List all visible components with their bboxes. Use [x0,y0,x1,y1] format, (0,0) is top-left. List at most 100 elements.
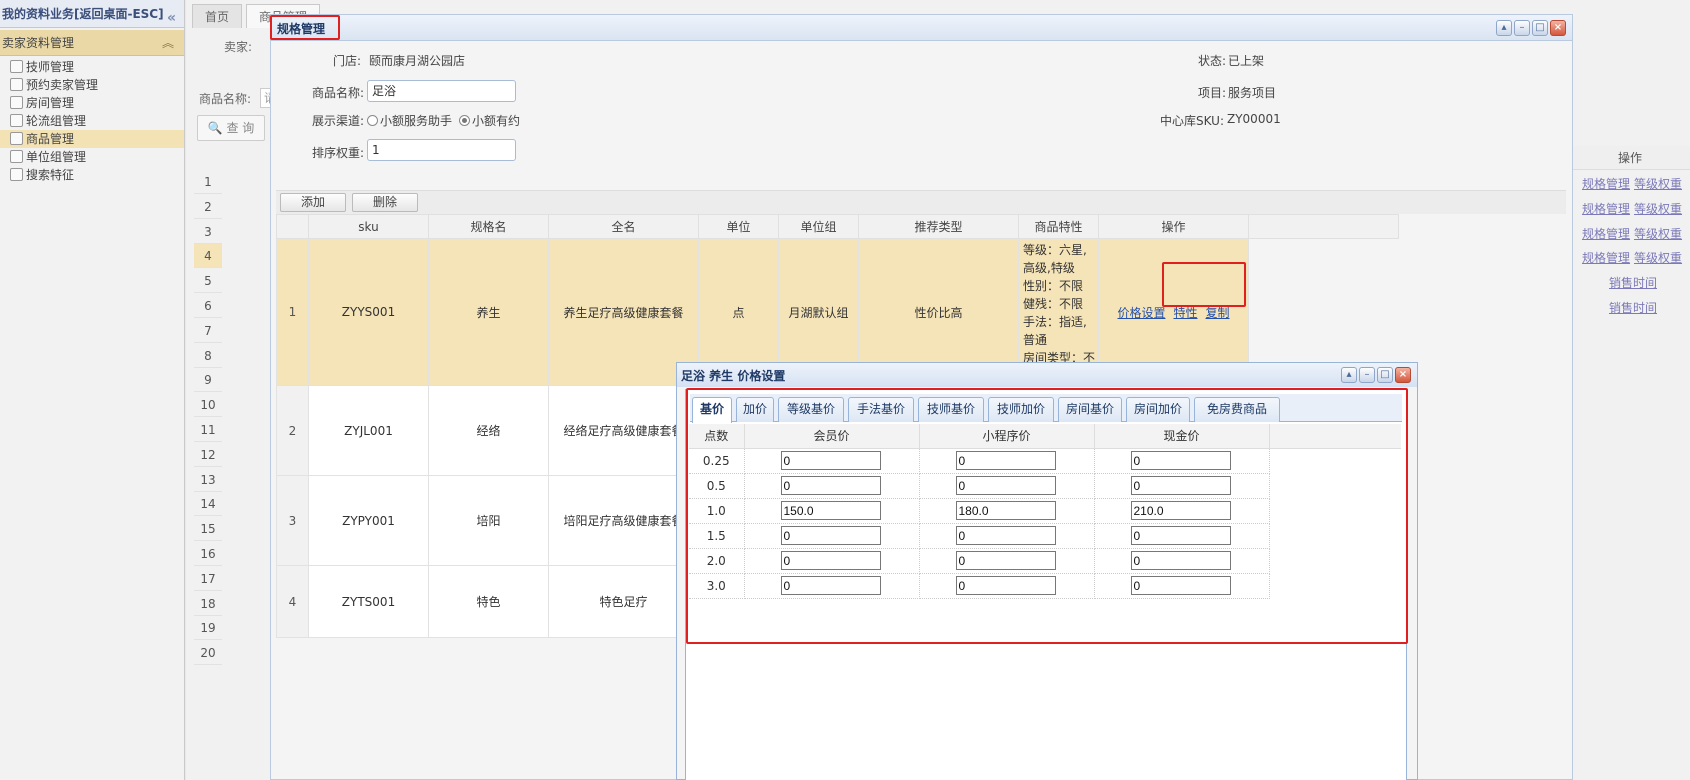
close-icon[interactable]: × [1395,367,1411,383]
sales-time-link[interactable]: 销售时间 [1609,274,1657,291]
sort-weight-field[interactable]: 1 [367,139,516,161]
price-cell [1094,573,1270,599]
minimize-icon[interactable]: – [1514,20,1530,36]
collapse-left-icon[interactable]: « [167,4,176,32]
sidebar-item-rotation-group[interactable]: 轮流组管理 [0,112,184,130]
price-settings-link[interactable]: 价格设置 [1117,306,1165,320]
column-header[interactable]: 现金价 [1094,424,1270,449]
sidebar-item-room[interactable]: 房间管理 [0,94,184,112]
collapse-icon[interactable]: ▴ [1496,20,1512,36]
add-button[interactable]: 添加 [280,193,346,212]
tab-home[interactable]: 首页 [192,4,243,28]
level-weight-link[interactable]: 等级权重 [1634,175,1682,192]
copy-link[interactable]: 复制 [1206,306,1230,320]
background-row-number: 7 [194,319,222,343]
column-header[interactable]: 商品特性 [1018,214,1099,239]
sidebar-group-header[interactable]: 卖家资料管理 ︽ [0,30,184,56]
column-header[interactable]: 点数 [689,424,745,449]
row-number-header [276,214,309,239]
sidebar-title[interactable]: 我的资料业务[返回桌面-ESC] « [0,0,184,28]
sidebar-item-label: 技师管理 [26,60,75,74]
close-icon[interactable]: × [1550,20,1566,36]
level-weight-link[interactable]: 等级权重 [1634,200,1682,217]
column-header[interactable]: 全名 [548,214,699,239]
price-window-titlebar[interactable]: 足浴 养生 价格设置 ▴ – □ × [677,363,1417,387]
price-cell [1094,473,1270,499]
sidebar-item-product[interactable]: 商品管理 [0,130,184,148]
mini-program-price-input[interactable] [955,576,1056,595]
member-price-input[interactable] [780,451,881,470]
column-header[interactable]: 规格名 [428,214,549,239]
radio-icon[interactable] [367,115,378,126]
spec-management-link[interactable]: 规格管理 [1582,200,1630,217]
price-tab[interactable]: 房间基价 [1058,397,1122,422]
spec-management-link[interactable]: 规格管理 [1582,175,1630,192]
collapse-icon[interactable]: ▴ [1341,367,1357,383]
background-row-number: 9 [194,368,222,393]
spec-management-link[interactable]: 规格管理 [1582,225,1630,242]
mini-program-price-input[interactable] [955,476,1056,495]
cash-price-input[interactable] [1130,501,1231,520]
member-price-input[interactable] [780,501,881,520]
spec-management-link[interactable]: 规格管理 [1582,249,1630,266]
background-row-number: 17 [194,567,222,591]
maximize-icon[interactable]: □ [1377,367,1393,383]
channel-option-appointment[interactable]: 小额有约 [459,112,520,129]
cash-price-input[interactable] [1130,576,1231,595]
spec-window-titlebar[interactable]: 规格管理 ▴ – □ × [271,15,1572,41]
member-price-input[interactable] [780,526,881,545]
price-tab[interactable]: 房间加价 [1126,397,1190,422]
sku-cell: ZYPY001 [308,475,429,566]
minimize-icon[interactable]: – [1359,367,1375,383]
member-price-input[interactable] [780,551,881,570]
feature-line: 健残：不限 [1023,297,1084,311]
background-row-number: 12 [194,443,222,467]
column-header[interactable]: 推荐类型 [858,214,1019,239]
sidebar-item-unit-group[interactable]: 单位组管理 [0,148,184,166]
chevron-up-icon[interactable]: ︽ [162,30,174,56]
channel-option-assistant[interactable]: 小额服务助手 [367,112,452,129]
column-header[interactable]: 会员价 [744,424,920,449]
column-header[interactable]: 单位 [698,214,779,239]
column-header[interactable]: 单位组 [778,214,859,239]
column-header[interactable]: sku [308,214,429,239]
sidebar: 我的资料业务[返回桌面-ESC] « 卖家资料管理 ︽ 技师管理 预约卖家管理 … [0,0,185,780]
mini-program-price-input[interactable] [955,501,1056,520]
sidebar-item-booking-seller[interactable]: 预约卖家管理 [0,76,184,94]
cash-price-input[interactable] [1130,476,1231,495]
level-weight-link[interactable]: 等级权重 [1634,249,1682,266]
background-row-number: 8 [194,344,222,368]
background-row-number: 20 [194,641,222,666]
price-tab[interactable]: 技师基价 [918,397,984,422]
level-weight-link[interactable]: 等级权重 [1634,225,1682,242]
column-header[interactable]: 操作 [1098,214,1249,239]
column-header[interactable]: 小程序价 [919,424,1095,449]
sidebar-item-technician[interactable]: 技师管理 [0,58,184,76]
maximize-icon[interactable]: □ [1532,20,1548,36]
price-tab[interactable]: 手法基价 [848,397,914,422]
query-button[interactable]: 🔍 查 询 [197,115,265,141]
product-name-field[interactable]: 足浴 [367,80,516,102]
price-tab[interactable]: 免房费商品 [1194,397,1280,422]
member-price-input[interactable] [780,576,881,595]
cash-price-input[interactable] [1130,526,1231,545]
price-tab[interactable]: 等级基价 [778,397,844,422]
background-row-number: 19 [194,616,222,641]
sidebar-item-search-feature[interactable]: 搜索特征 [0,166,184,184]
file-icon [10,114,23,127]
price-tab[interactable]: 技师加价 [988,397,1054,422]
mini-program-price-input[interactable] [955,526,1056,545]
sales-time-link[interactable]: 销售时间 [1609,299,1657,316]
cash-price-input[interactable] [1130,551,1231,570]
product-name-label: 商品名称: [199,92,252,106]
delete-button[interactable]: 删除 [352,193,418,212]
price-tab[interactable]: 加价 [736,397,774,422]
mini-program-price-input[interactable] [955,551,1056,570]
features-link[interactable]: 特性 [1173,306,1197,320]
price-tab[interactable]: 基价 [692,397,732,423]
radio-checked-icon[interactable] [459,115,470,126]
cash-price-input[interactable] [1130,451,1231,470]
mini-program-price-input[interactable] [955,451,1056,470]
member-price-input[interactable] [780,476,881,495]
row-number: 2 [276,385,309,476]
